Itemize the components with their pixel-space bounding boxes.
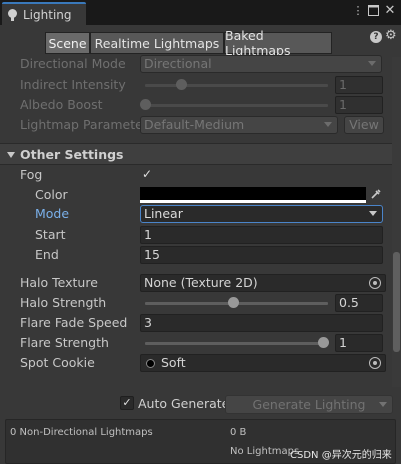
view-button-label: View (349, 117, 379, 132)
fog-start-label: Start (35, 227, 66, 242)
chevron-down-icon (369, 211, 377, 216)
no-lightmaps-text: No Lightmaps (230, 446, 300, 457)
lightbulb-icon (8, 8, 17, 21)
tab-baked-lightmaps[interactable]: Baked Lightmaps (224, 28, 332, 58)
tab-scene-label: Scene (48, 35, 87, 51)
close-icon[interactable]: ✕ (383, 4, 397, 18)
albedo-boost-slider[interactable] (145, 104, 328, 107)
generate-lighting-button[interactable]: Generate Lighting (225, 395, 393, 414)
vertical-scrollbar[interactable] (392, 57, 401, 387)
scrollbar-thumb[interactable] (393, 252, 400, 352)
indirect-intensity-label: Indirect Intensity (20, 77, 126, 92)
tab-title: Lighting (23, 7, 72, 22)
object-picker-icon[interactable] (369, 277, 381, 289)
maximize-icon[interactable] (366, 4, 380, 18)
indirect-intensity-knob[interactable] (176, 79, 187, 90)
chevron-down-icon[interactable] (379, 402, 387, 407)
directional-mode-value: Directional (144, 56, 212, 71)
halo-strength-label: Halo Strength (20, 295, 107, 310)
fog-mode-row: Mode Linear (0, 204, 392, 224)
flare-strength-field[interactable]: 1 (335, 334, 383, 352)
directional-mode-row: Directional Mode Directional (0, 54, 392, 74)
indirect-intensity-field[interactable]: 1 (335, 76, 383, 94)
lighting-window: Lighting ⋮ ✕ Scene Realtime Lightmaps Ba… (0, 0, 401, 464)
texture-thumbnail-icon (146, 359, 155, 368)
spot-cookie-row: Spot Cookie Soft (0, 353, 392, 373)
check-icon: ✓ (122, 396, 132, 409)
bottom-panel: ✓ Auto Generate Generate Lighting 0 Non-… (0, 390, 401, 464)
lightmap-parameters-label: Lightmap Parameters (20, 117, 155, 132)
auto-generate-label: Auto Generate (138, 396, 230, 411)
lightmap-size: 0 B (230, 427, 247, 438)
fog-start-field[interactable]: 1 (140, 226, 383, 244)
halo-strength-knob[interactable] (228, 297, 239, 308)
auto-generate-checkbox[interactable]: ✓ (120, 396, 134, 410)
halo-texture-row: Halo Texture None (Texture 2D) (0, 273, 392, 293)
lightmap-stats: 0 Non-Directional Lightmaps 0 B No Light… (5, 419, 396, 464)
fog-mode-label: Mode (35, 206, 70, 221)
halo-texture-label: Halo Texture (20, 275, 98, 290)
indirect-intensity-slider[interactable] (145, 84, 328, 87)
help-icon[interactable]: ? (370, 31, 382, 43)
fog-end-row: End 15 (0, 245, 392, 265)
object-picker-icon[interactable] (369, 357, 381, 369)
fog-start-row: Start 1 (0, 225, 392, 245)
generate-lighting-label: Generate Lighting (252, 397, 366, 412)
directional-mode-dropdown[interactable]: Directional (140, 55, 382, 73)
flare-fade-speed-row: Flare Fade Speed 3 (0, 313, 392, 333)
other-settings-header[interactable]: Other Settings (0, 143, 392, 165)
fog-label: Fog (20, 167, 43, 182)
albedo-boost-label: Albedo Boost (20, 97, 103, 112)
tab-scene[interactable]: Scene (45, 32, 90, 54)
chevron-down-icon (324, 122, 332, 127)
lightmap-count: 0 Non-Directional Lightmaps (10, 427, 153, 438)
directional-mode-label: Directional Mode (20, 56, 126, 71)
fog-color-row: Color (0, 185, 392, 205)
tab-realtime-lightmaps[interactable]: Realtime Lightmaps (90, 32, 224, 54)
indirect-intensity-row: Indirect Intensity 1 (0, 75, 392, 95)
chevron-down-icon (368, 61, 376, 66)
watermark: CSDN @异次元的归来 (290, 450, 392, 461)
albedo-boost-knob[interactable] (140, 99, 151, 110)
fog-end-field[interactable]: 15 (140, 246, 383, 264)
halo-strength-row: Halo Strength 0.5 (0, 293, 392, 313)
gear-icon[interactable]: ⚙ (385, 28, 397, 43)
foldout-arrow-icon (7, 152, 15, 158)
flare-fade-speed-label: Flare Fade Speed (20, 315, 128, 330)
view-button[interactable]: View (344, 116, 384, 134)
flare-strength-knob[interactable] (318, 337, 329, 348)
spot-cookie-field[interactable]: Soft (140, 354, 386, 372)
lightmap-parameters-dropdown[interactable]: Default-Medium (140, 116, 338, 134)
flare-strength-row: Flare Strength 1 (0, 333, 392, 353)
lightmap-parameters-row: Lightmap Parameters Default-Medium View (0, 115, 392, 135)
fog-color-label: Color (35, 187, 68, 202)
halo-strength-field[interactable]: 0.5 (335, 294, 383, 312)
albedo-boost-field[interactable]: 1 (335, 96, 383, 114)
check-icon: ✓ (141, 167, 153, 181)
albedo-boost-row: Albedo Boost 1 (0, 95, 392, 115)
fog-mode-dropdown[interactable]: Linear (140, 205, 383, 223)
halo-texture-field[interactable]: None (Texture 2D) (140, 274, 386, 292)
lightmap-parameters-value: Default-Medium (144, 117, 245, 132)
halo-texture-value: None (Texture 2D) (144, 275, 258, 290)
flare-strength-label: Flare Strength (20, 335, 109, 350)
lighting-tab[interactable]: Lighting (2, 2, 86, 25)
fog-checkbox[interactable]: ✓ (140, 168, 154, 182)
flare-strength-slider[interactable] (145, 342, 328, 345)
spot-cookie-label: Spot Cookie (20, 355, 95, 370)
kebab-menu-icon[interactable]: ⋮ (351, 4, 365, 18)
fog-end-label: End (35, 247, 59, 262)
fog-color-swatch[interactable] (140, 187, 366, 203)
tab-realtime-lightmaps-label: Realtime Lightmaps (94, 35, 220, 51)
fog-mode-value: Linear (144, 206, 183, 221)
spot-cookie-value: Soft (160, 355, 186, 370)
title-bar: Lighting ⋮ ✕ (0, 0, 401, 25)
eyedropper-icon[interactable] (370, 188, 382, 200)
fog-row: Fog ✓ (0, 165, 392, 185)
flare-fade-speed-field[interactable]: 3 (140, 314, 383, 332)
other-settings-title: Other Settings (20, 147, 124, 162)
